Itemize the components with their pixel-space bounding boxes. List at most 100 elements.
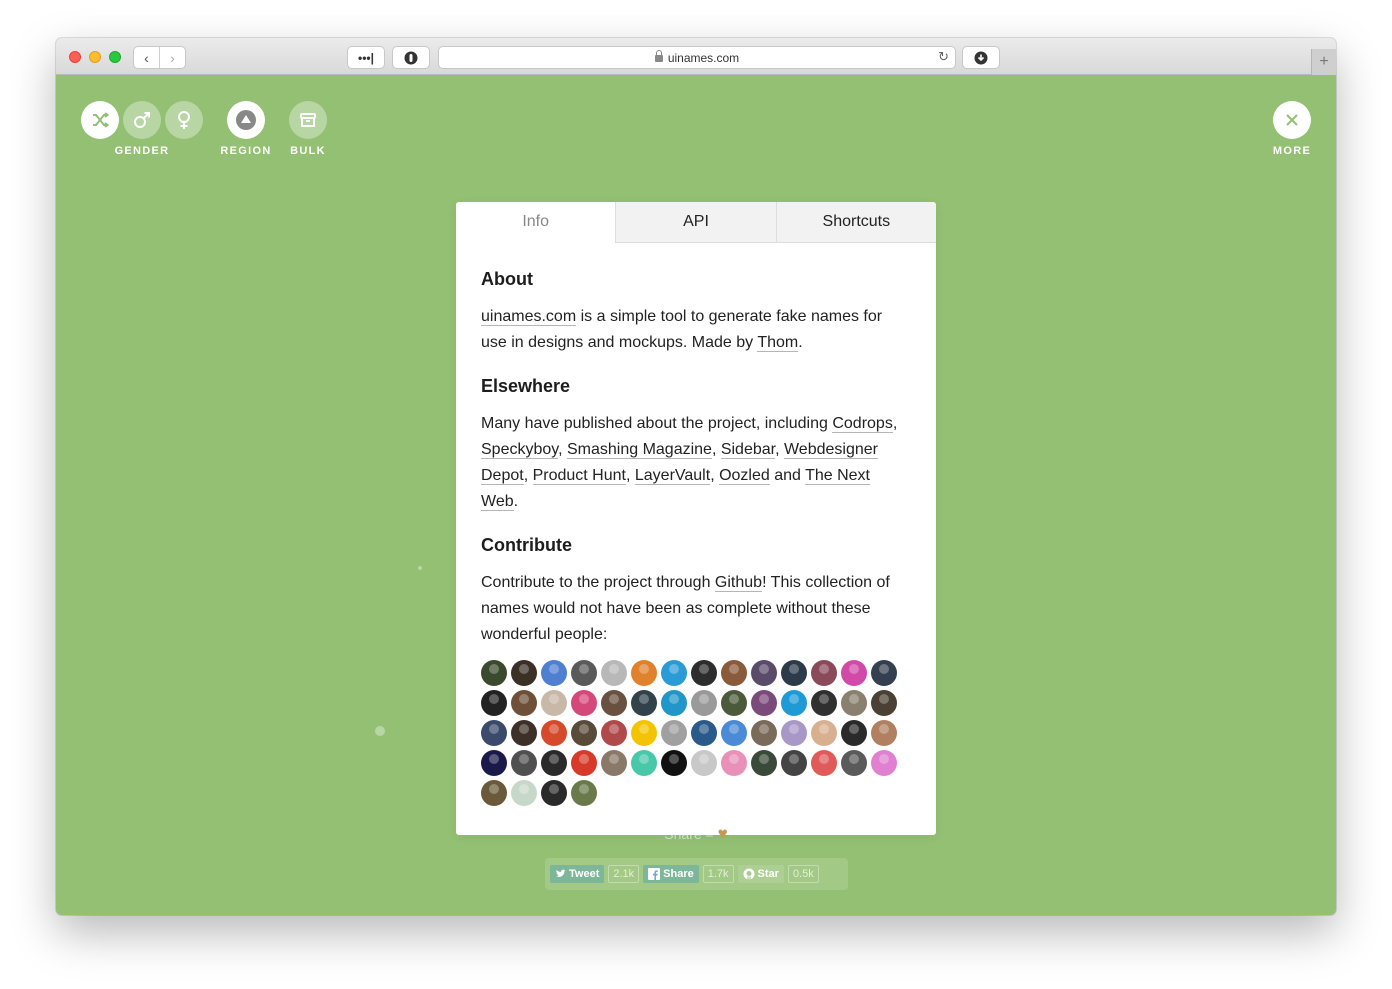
contributor-avatar[interactable] — [721, 750, 747, 776]
contributor-avatar[interactable] — [811, 720, 837, 746]
contributor-avatar[interactable] — [571, 780, 597, 806]
oozled-link[interactable]: Oozled — [719, 467, 770, 485]
contributor-avatar[interactable] — [661, 750, 687, 776]
contributor-avatar[interactable] — [481, 750, 507, 776]
contributor-avatar[interactable] — [481, 690, 507, 716]
contributor-avatar[interactable] — [661, 720, 687, 746]
contributor-avatar[interactable] — [781, 660, 807, 686]
contributor-avatar[interactable] — [871, 690, 897, 716]
tab-info[interactable]: Info — [456, 202, 616, 243]
bulk-button[interactable] — [289, 101, 327, 139]
contributor-avatar[interactable] — [841, 690, 867, 716]
contributor-avatar[interactable] — [511, 660, 537, 686]
sidebar-link[interactable]: Sidebar — [720, 441, 776, 459]
contributor-avatar[interactable] — [871, 660, 897, 686]
contributor-avatar[interactable] — [691, 690, 717, 716]
more-options-button[interactable]: •••| — [347, 46, 385, 69]
contributor-avatar[interactable] — [481, 660, 507, 686]
female-button[interactable] — [165, 101, 203, 139]
contributor-avatar[interactable] — [541, 780, 567, 806]
contributor-avatar[interactable] — [691, 720, 717, 746]
page-content: GENDER REGION BULK MORE Info API Shortcu… — [56, 75, 1336, 915]
contributor-avatar[interactable] — [751, 720, 777, 746]
contributor-avatar[interactable] — [601, 720, 627, 746]
contributor-avatar[interactable] — [841, 720, 867, 746]
contributor-avatar[interactable] — [721, 690, 747, 716]
contributor-avatar[interactable] — [511, 750, 537, 776]
contributor-avatar[interactable] — [571, 660, 597, 686]
contributor-avatar[interactable] — [631, 690, 657, 716]
close-more-button[interactable] — [1273, 101, 1311, 139]
contributor-avatar[interactable] — [541, 720, 567, 746]
archive-icon — [300, 113, 316, 127]
contributor-avatar[interactable] — [631, 660, 657, 686]
shuffle-gender-button[interactable] — [81, 101, 119, 139]
about-paragraph: uinames.com is a simple tool to generate… — [481, 308, 883, 352]
contributor-avatar[interactable] — [721, 720, 747, 746]
product-hunt-link[interactable]: Product Hunt — [532, 467, 626, 485]
contributor-avatar[interactable] — [691, 660, 717, 686]
zoom-window-button[interactable] — [109, 51, 121, 63]
contributor-avatar[interactable] — [601, 690, 627, 716]
male-button[interactable] — [123, 101, 161, 139]
contributor-avatar[interactable] — [751, 750, 777, 776]
contributor-avatar[interactable] — [871, 750, 897, 776]
contributor-avatar[interactable] — [871, 720, 897, 746]
privacy-shield-button[interactable] — [392, 46, 430, 69]
contributor-avatar[interactable] — [781, 720, 807, 746]
contributor-avatar[interactable] — [541, 750, 567, 776]
speckyboy-link[interactable]: Speckyboy — [481, 441, 559, 459]
close-window-button[interactable] — [69, 51, 81, 63]
contributor-avatar[interactable] — [571, 690, 597, 716]
contributor-avatar[interactable] — [781, 690, 807, 716]
contributor-avatar[interactable] — [511, 720, 537, 746]
uinames-link[interactable]: uinames.com — [481, 308, 577, 326]
codrops-link[interactable]: Codrops — [832, 415, 893, 433]
address-bar[interactable]: uinames.com ↻ — [438, 46, 956, 69]
github-star-button[interactable]: Star — [737, 865, 784, 883]
contributor-avatar[interactable] — [811, 750, 837, 776]
contributor-avatar[interactable] — [601, 660, 627, 686]
thom-link[interactable]: Thom — [757, 334, 799, 352]
contributor-avatar[interactable] — [571, 750, 597, 776]
downloads-button[interactable] — [962, 46, 1000, 69]
smashing-magazine-link[interactable]: Smashing Magazine — [566, 441, 712, 459]
contributor-avatar[interactable] — [481, 780, 507, 806]
new-tab-button[interactable]: + — [1311, 49, 1336, 75]
contributor-avatar[interactable] — [721, 660, 747, 686]
tab-shortcuts[interactable]: Shortcuts — [775, 202, 936, 243]
contributor-avatar[interactable] — [601, 750, 627, 776]
github-link[interactable]: Github — [714, 574, 763, 592]
contributor-avatar[interactable] — [511, 690, 537, 716]
contributor-avatar[interactable] — [661, 690, 687, 716]
back-button[interactable]: ‹ — [134, 47, 159, 68]
contributor-avatar[interactable] — [751, 690, 777, 716]
contributor-avatar[interactable] — [691, 750, 717, 776]
forward-button[interactable]: › — [159, 47, 185, 68]
facebook-share-button[interactable]: Share — [643, 865, 699, 883]
minimize-window-button[interactable] — [89, 51, 101, 63]
layervault-link[interactable]: LayerVault — [634, 467, 711, 485]
bulk-label: BULK — [290, 145, 326, 157]
region-button[interactable] — [227, 101, 265, 139]
contributor-avatar[interactable] — [631, 750, 657, 776]
contributor-avatar[interactable] — [841, 660, 867, 686]
contributor-avatar[interactable] — [751, 660, 777, 686]
contributor-avatar[interactable] — [781, 750, 807, 776]
reload-icon[interactable]: ↻ — [938, 49, 949, 65]
contributor-avatar[interactable] — [511, 780, 537, 806]
contributor-avatar[interactable] — [541, 690, 567, 716]
contributor-avatar[interactable] — [631, 720, 657, 746]
facebook-count: 1.7k — [702, 865, 734, 883]
social-buttons: Tweet 2.1k Share 1.7k Star 0.5k — [545, 858, 848, 890]
contributor-avatar[interactable] — [541, 660, 567, 686]
contributor-avatar[interactable] — [661, 660, 687, 686]
female-icon — [178, 111, 190, 129]
contributor-avatar[interactable] — [811, 690, 837, 716]
contributor-avatar[interactable] — [571, 720, 597, 746]
tab-api[interactable]: API — [615, 202, 776, 243]
contributor-avatar[interactable] — [841, 750, 867, 776]
tweet-button[interactable]: Tweet — [550, 865, 605, 883]
contributor-avatar[interactable] — [481, 720, 507, 746]
contributor-avatar[interactable] — [811, 660, 837, 686]
